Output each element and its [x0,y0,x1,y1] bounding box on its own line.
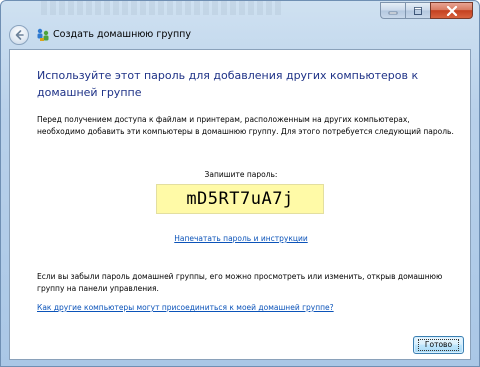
caption-buttons [380,2,473,19]
minimize-button[interactable] [380,2,405,19]
wizard-window: Создать домашнюю группу Используйте этот… [0,0,480,367]
maximize-button[interactable] [405,2,430,19]
background-window-ghost [41,1,281,15]
done-button-label: Готово [417,339,460,351]
wizard-content-panel: Используйте этот пароль для добавления д… [9,49,471,360]
forgot-password-text: Если вы забыли пароль домашней группы, е… [37,272,443,293]
wizard-header: Создать домашнюю группу [1,21,480,49]
print-password-link[interactable]: Напечатать пароль и инструкции [10,234,472,243]
maximize-icon [414,6,422,15]
password-label: Запишите пароль: [204,170,278,179]
back-button[interactable] [9,25,29,45]
done-button[interactable]: Готово [413,336,464,354]
close-button[interactable] [430,2,473,19]
homegroup-icon [37,28,49,41]
page-heading: Используйте этот пароль для добавления д… [37,69,419,99]
close-icon [446,5,457,16]
intro-text: Перед получением доступа к файлам и прин… [37,115,454,136]
minimize-icon [388,11,398,14]
back-arrow-icon [15,30,24,40]
how-to-join-link[interactable]: Как другие компьютеры могут присоединить… [37,303,334,312]
window-title: Создать домашнюю группу [53,29,192,40]
password-display: mD5RT7uA7j [156,184,324,214]
